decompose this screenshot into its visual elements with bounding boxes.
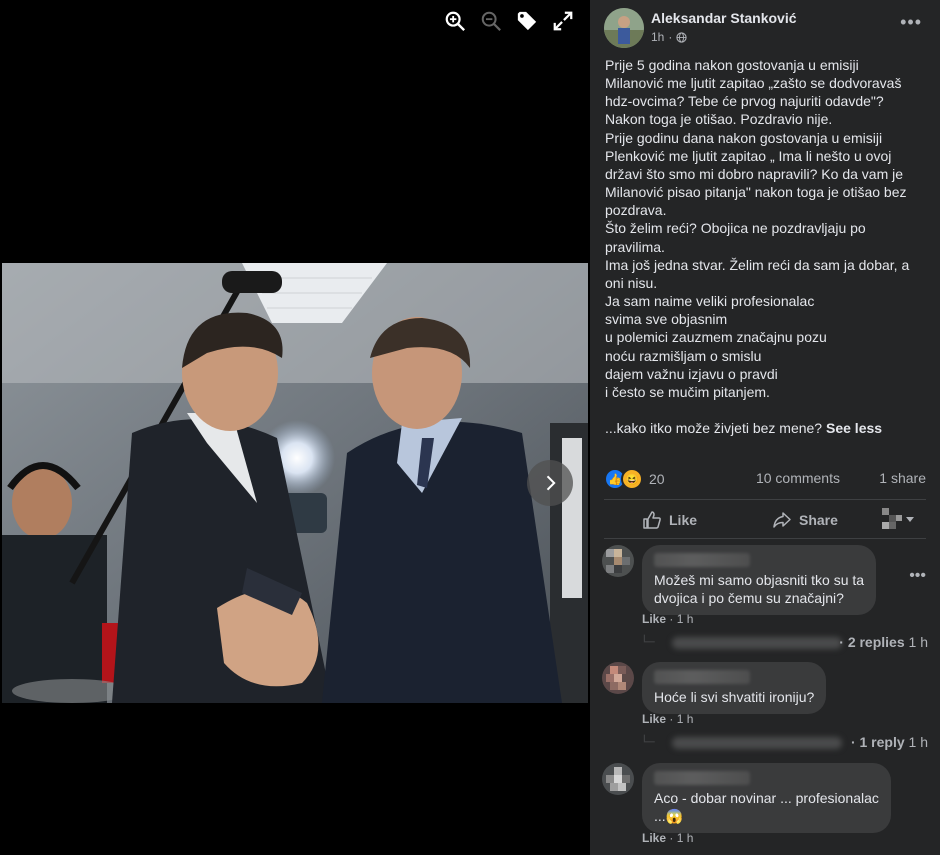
tag-icon[interactable] (514, 8, 540, 34)
zoom-in-icon[interactable] (442, 8, 468, 34)
comment-bubble: Hoće li svi shvatiti ironiju? (642, 662, 827, 714)
commenter-name-blurred[interactable] (654, 771, 750, 785)
post-text-line: u polemici zauzmem značajnu pozu (605, 329, 827, 346)
post-text-line: hdz-ovcima? Tebe će prvog najuriti odavd… (605, 93, 884, 110)
post-text-line: pravilima. (605, 238, 665, 255)
like-button[interactable]: Like (642, 510, 697, 530)
comment-avatar[interactable] (602, 662, 634, 694)
post-text-line: Milanović me ljutit zapitao „zašto se do… (605, 75, 902, 92)
reaction-selector-avatar[interactable] (882, 508, 916, 535)
post-text-line: Ima još jedna stvar. Želim reći da sam j… (605, 256, 910, 273)
viewer-toolbar (442, 8, 576, 34)
reply-arrow-icon (643, 634, 655, 643)
shares-count[interactable]: 1 share (879, 470, 926, 486)
comment-time[interactable]: 1 h (677, 831, 694, 845)
post-text-line: pozdrava. (605, 202, 667, 219)
comment-bubble: Aco - dobar novinar ... profesionalac ..… (642, 763, 891, 833)
author-name[interactable]: Aleksandar Stanković (651, 10, 797, 26)
see-less-link[interactable]: See less (826, 420, 882, 436)
dot-separator: · (669, 612, 677, 626)
comment-like-button[interactable]: Like (642, 612, 666, 626)
post-text-line: svima sve objasnim (605, 311, 728, 328)
commenter-name-blurred[interactable] (654, 553, 750, 567)
next-photo-button[interactable] (527, 460, 573, 506)
comment-actions: Like · 1 h (642, 712, 693, 726)
globe-icon[interactable] (676, 31, 687, 43)
post-text-line: i često se mučim pitanjem. (605, 383, 770, 400)
post-more-button[interactable]: ••• (900, 12, 922, 33)
comment-avatar[interactable] (602, 545, 634, 577)
haha-reaction-icon: 😆 (621, 468, 643, 490)
view-replies-row[interactable]: · 2 replies 1 h (642, 633, 928, 653)
divider (604, 538, 926, 539)
zoom-out-icon[interactable] (478, 8, 504, 34)
post-text-line (605, 401, 927, 419)
post-text-line: Milanović pisao pitanja" nakon toga je o… (605, 184, 907, 201)
view-replies-link[interactable]: · 2 replies 1 h (839, 634, 928, 650)
comment-text: Možeš mi samo objasniti tko su ta (654, 572, 865, 588)
post-text-line: Plenković me ljutit zapitao „ Ima li neš… (605, 147, 892, 164)
comment-time[interactable]: 1 h (677, 712, 694, 726)
divider (604, 499, 926, 500)
post-text-line: ...kako itko može živjeti bez mene? (605, 420, 823, 437)
post-header: Aleksandar Stanković 1h · ••• (590, 0, 940, 52)
comment-text: ...😱 (654, 808, 684, 824)
post-panel: Aleksandar Stanković 1h · ••• Prije 5 go… (590, 0, 940, 855)
like-label: Like (669, 512, 698, 528)
view-replies-row[interactable]: · 1 reply 1 h (642, 733, 928, 753)
post-text-line: oni nisu. (605, 274, 658, 291)
reply-preview-blurred (672, 737, 842, 749)
post-meta: 1h · (651, 30, 687, 44)
thumbs-up-icon (643, 511, 661, 529)
comment-like-button[interactable]: Like (642, 712, 666, 726)
comment-bubble: Možeš mi samo objasniti tko su ta dvojic… (642, 545, 877, 615)
reply-preview-blurred (672, 637, 842, 649)
comment-avatar[interactable] (602, 763, 634, 795)
comment-actions: Like · 1 h (642, 831, 693, 845)
reactions-summary[interactable]: 👍 😆 20 (604, 468, 665, 490)
reactions-count: 20 (649, 471, 665, 487)
post-text-line: Nakon toga je otišao. Pozdravio nije. (605, 111, 833, 128)
comment-text: Hoće li svi shvatiti ironiju? (654, 689, 815, 705)
comment-time[interactable]: 1 h (677, 612, 694, 626)
post-time[interactable]: 1h (651, 30, 664, 44)
post-text-line: državi što smo mi dobro napravili? Ko da… (605, 165, 904, 182)
dot-separator: · (669, 831, 677, 845)
author-avatar[interactable] (604, 8, 644, 48)
reply-arrow-icon (643, 734, 655, 743)
post-text: Prije 5 godina nakon gostovanja u emisij… (605, 56, 927, 437)
post-text-line: dajem važnu izjavu o pravdi (605, 365, 778, 382)
comment-text: Aco - dobar novinar ... profesionalac (654, 790, 879, 806)
share-label: Share (799, 512, 838, 528)
comment-more-button[interactable]: ••• (909, 567, 926, 585)
post-text-line: Što želim reći? Obojica ne pozdravljaju … (605, 220, 866, 237)
comment-text: dvojica i po čemu su značajni? (654, 590, 844, 606)
commenter-name-blurred[interactable] (654, 670, 750, 684)
dot-separator: · (669, 712, 677, 726)
post-photo[interactable] (2, 263, 588, 703)
post-text-line: Prije 5 godina nakon gostovanja u emisij… (605, 57, 859, 73)
photo-viewer (0, 0, 590, 855)
post-stats: 👍 😆 20 10 comments 1 share (604, 468, 926, 490)
post-actions: Like Share (604, 503, 926, 537)
fullscreen-icon[interactable] (550, 8, 576, 34)
post-text-line: Prije godinu dana nakon gostovanja u emi… (605, 129, 883, 146)
comment-actions: Like · 1 h (642, 612, 693, 626)
view-replies-link[interactable]: · 1 reply 1 h (851, 734, 928, 750)
comments-count[interactable]: 10 comments (756, 470, 840, 486)
post-text-line: Ja sam naime veliki profesionalac (605, 293, 815, 310)
chevron-right-icon (546, 475, 556, 491)
dot-separator: · (668, 30, 673, 44)
share-button[interactable]: Share (772, 510, 838, 530)
comment-like-button[interactable]: Like (642, 831, 666, 845)
post-text-line: noću razmišljam o smislu (605, 347, 762, 364)
share-icon (773, 512, 791, 528)
